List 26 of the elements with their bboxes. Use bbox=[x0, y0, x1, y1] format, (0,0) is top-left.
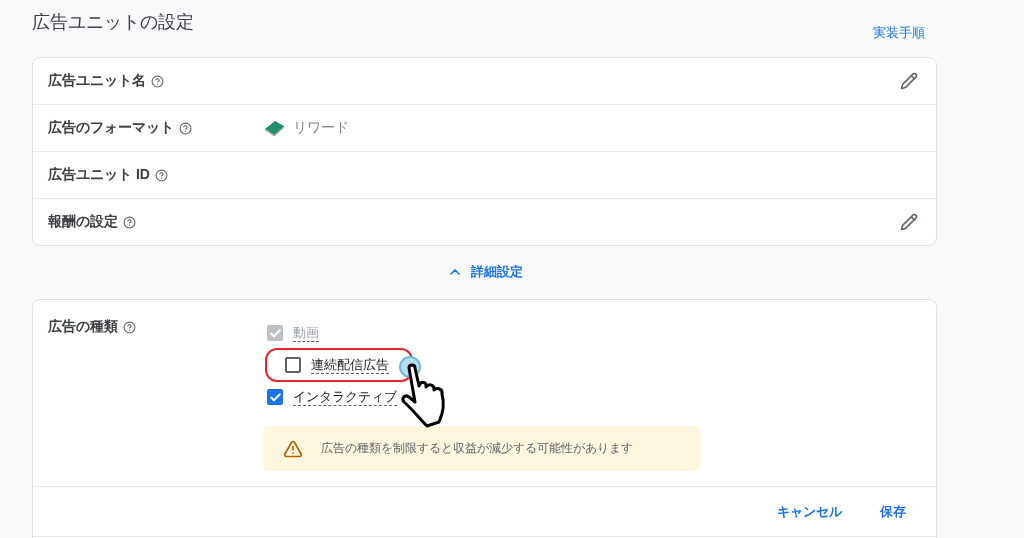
row-label: 広告の種類 bbox=[48, 318, 118, 336]
book-icon bbox=[263, 119, 285, 137]
row-label: 報酬の設定 bbox=[48, 213, 118, 231]
warning-icon bbox=[283, 438, 303, 459]
edit-button[interactable] bbox=[898, 211, 920, 233]
help-icon[interactable] bbox=[151, 74, 164, 88]
advanced-settings-toggle[interactable]: 詳細設定 bbox=[440, 262, 529, 282]
cancel-button[interactable]: キャンセル bbox=[773, 498, 846, 525]
row-label: 広告のフォーマット bbox=[48, 119, 174, 137]
row-label: 広告ユニット ID bbox=[48, 166, 150, 184]
checkbox-label: 動画 bbox=[293, 324, 319, 342]
checkbox-label: インタラクティブ bbox=[293, 388, 397, 406]
help-icon[interactable] bbox=[123, 215, 136, 229]
help-icon[interactable] bbox=[154, 168, 168, 182]
format-value: リワード bbox=[293, 119, 349, 137]
help-icon[interactable] bbox=[123, 320, 136, 334]
implementation-link[interactable]: 実装手順 bbox=[873, 24, 925, 42]
warning-text: 広告の種類を制限すると収益が減少する可能性があります bbox=[321, 440, 633, 457]
row-label: 広告ユニット名 bbox=[48, 72, 146, 90]
page-title: 広告ユニットの設定 bbox=[32, 11, 194, 34]
save-button[interactable]: 保存 bbox=[876, 498, 910, 525]
checkbox[interactable] bbox=[285, 357, 301, 373]
help-icon[interactable] bbox=[179, 121, 192, 135]
edit-button[interactable] bbox=[898, 70, 920, 92]
checkbox[interactable] bbox=[267, 389, 283, 405]
checkbox-label: 連続配信広告 bbox=[311, 356, 389, 374]
